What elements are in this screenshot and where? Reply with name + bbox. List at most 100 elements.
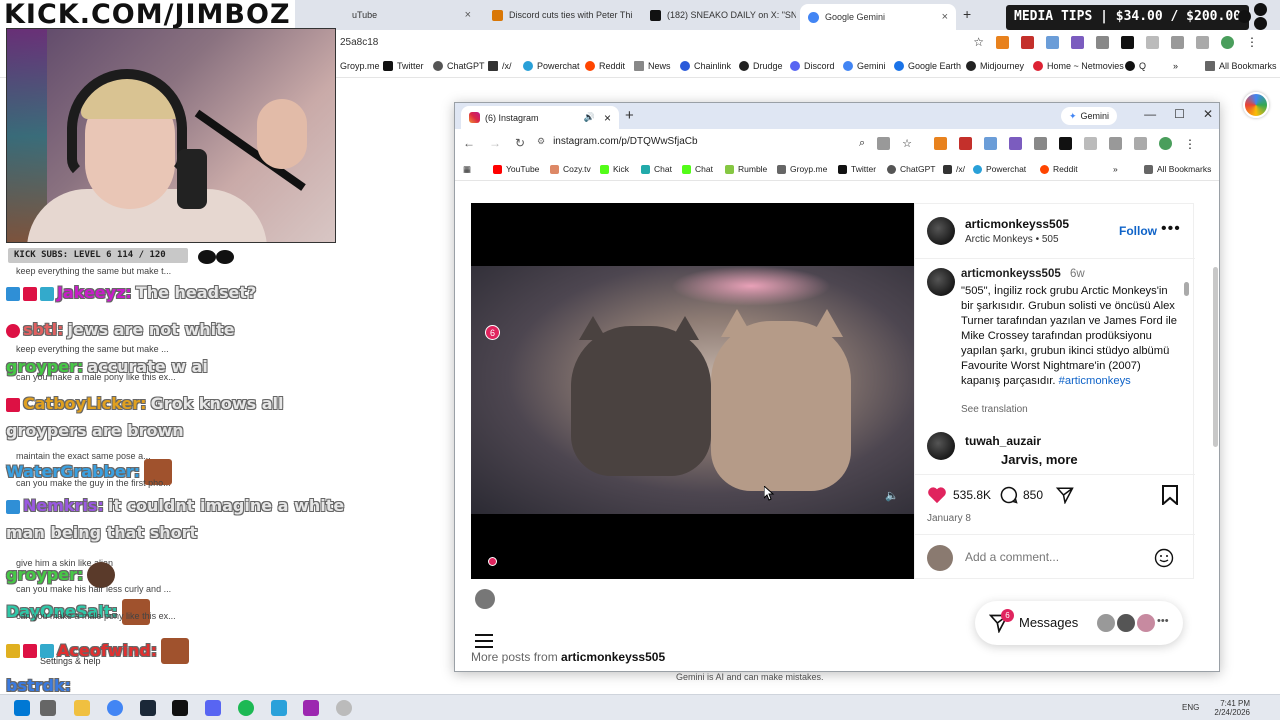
bookmark-chat-kick[interactable]: Chat bbox=[682, 164, 713, 174]
forward-icon[interactable]: → bbox=[489, 136, 501, 150]
post-audio[interactable]: Arctic Monkeys • 505 bbox=[965, 234, 1059, 245]
task-view-icon[interactable] bbox=[40, 700, 56, 716]
obs-icon[interactable] bbox=[303, 700, 319, 716]
bookmark-rumble[interactable]: Rumble bbox=[725, 164, 767, 174]
gemini-orb-icon[interactable] bbox=[1243, 92, 1269, 118]
bookmark-gemini[interactable]: Gemini bbox=[843, 61, 886, 71]
bookmark-chainlink[interactable]: Chainlink bbox=[680, 61, 731, 71]
add-comment-input[interactable]: Add a comment... bbox=[965, 550, 1059, 564]
notification-badge[interactable]: 6 bbox=[485, 325, 500, 340]
bookmark-groyp[interactable]: Groyp.me bbox=[777, 164, 827, 174]
speaker-icon[interactable]: 🔊 bbox=[584, 112, 595, 123]
tab-google-gemini[interactable]: Google Gemini × bbox=[800, 4, 956, 30]
terminal-icon[interactable] bbox=[172, 700, 188, 716]
star-icon[interactable]: ☆ bbox=[973, 35, 984, 49]
tab-discord-news[interactable]: Discord cuts ties with Peter Thi × bbox=[484, 4, 638, 26]
caption-avatar[interactable] bbox=[927, 268, 955, 296]
ig-address-bar[interactable]: ⚙ instagram.com/p/DTQWwSfjaCb bbox=[537, 136, 698, 147]
bookmark-icon[interactable] bbox=[1162, 485, 1178, 505]
telegram-icon[interactable] bbox=[271, 700, 287, 716]
chevron-right-icon[interactable]: » bbox=[1113, 164, 1118, 174]
bookmark-kick[interactable]: Kick bbox=[600, 164, 629, 174]
app-icon[interactable] bbox=[336, 700, 352, 716]
windows-start-icon[interactable] bbox=[14, 700, 30, 716]
bookmark-q[interactable]: Q bbox=[1125, 61, 1146, 71]
extension-icon[interactable] bbox=[1046, 35, 1059, 49]
chrome-icon[interactable] bbox=[107, 700, 123, 716]
caption-scrollbar[interactable] bbox=[1184, 272, 1190, 472]
discord-icon[interactable] bbox=[205, 700, 221, 716]
close-icon[interactable]: ✕ bbox=[1203, 107, 1213, 121]
extension-icon[interactable] bbox=[1096, 35, 1109, 49]
bookmark-cozy[interactable]: Cozy.tv bbox=[550, 164, 591, 174]
all-bookmarks[interactable]: All Bookmarks bbox=[1144, 164, 1211, 174]
steam-icon[interactable] bbox=[140, 700, 156, 716]
reload-icon[interactable]: ↻ bbox=[515, 136, 525, 150]
close-icon[interactable]: × bbox=[465, 9, 471, 21]
bookmark-discord[interactable]: Discord bbox=[790, 61, 835, 71]
follow-button[interactable]: Follow bbox=[1119, 224, 1157, 238]
commenter-avatar[interactable] bbox=[927, 432, 955, 460]
metamask-icon[interactable] bbox=[996, 35, 1009, 49]
bookmark-groyp[interactable]: Groyp.me bbox=[340, 61, 380, 71]
emoji-icon[interactable] bbox=[1154, 548, 1174, 568]
share-icon[interactable] bbox=[1055, 486, 1075, 504]
bookmark-chatgpt[interactable]: ChatGPT bbox=[887, 164, 935, 174]
hashtag-link[interactable]: #articmonkeys bbox=[1059, 375, 1131, 387]
puzzle-icon[interactable] bbox=[1084, 137, 1098, 150]
tab-youtube[interactable]: uTube × bbox=[344, 4, 479, 26]
bookmark-reddit[interactable]: Reddit bbox=[585, 61, 625, 71]
see-translation-link[interactable]: See translation bbox=[961, 404, 1028, 415]
x-icon[interactable] bbox=[1059, 137, 1073, 150]
post-username[interactable]: articmonkeyss505 bbox=[965, 217, 1069, 231]
bookmark-midjourney[interactable]: Midjourney bbox=[966, 61, 1024, 71]
site-info-icon[interactable]: ⚙ bbox=[537, 136, 545, 147]
bookmark-google-earth[interactable]: Google Earth bbox=[894, 61, 961, 71]
more-options-icon[interactable]: ••• bbox=[1161, 220, 1181, 238]
maximize-icon[interactable]: ☐ bbox=[1174, 107, 1185, 121]
spotify-icon[interactable] bbox=[238, 700, 254, 716]
bookmark-youtube[interactable]: YouTube bbox=[493, 164, 539, 174]
extension-icon[interactable] bbox=[984, 137, 998, 150]
caption-username[interactable]: articmonkeyss505 bbox=[961, 268, 1061, 280]
extension-icon[interactable] bbox=[1071, 35, 1084, 49]
more-icon[interactable]: ⋮ bbox=[1246, 35, 1258, 49]
extension-icon[interactable] bbox=[1021, 35, 1034, 49]
close-icon[interactable]: × bbox=[604, 111, 611, 125]
bookmark-netmovies[interactable]: Home ~ Netmovies bbox=[1033, 61, 1124, 71]
bookmark-powerchat[interactable]: Powerchat bbox=[973, 164, 1026, 174]
post-video[interactable]: 🔈 bbox=[471, 203, 914, 579]
address-bar[interactable]: 25a8c18 bbox=[340, 37, 378, 48]
bookmark-news[interactable]: News bbox=[634, 61, 671, 71]
close-icon[interactable]: × bbox=[942, 11, 948, 23]
back-icon[interactable]: ← bbox=[463, 136, 475, 150]
chevron-right-icon[interactable]: » bbox=[1173, 61, 1178, 71]
heart-icon[interactable] bbox=[927, 486, 947, 504]
bookmark-twitter[interactable]: Twitter bbox=[838, 164, 876, 174]
x-icon[interactable] bbox=[1121, 35, 1134, 49]
page-scrollbar[interactable] bbox=[1213, 267, 1219, 447]
messages-button[interactable]: 6 Messages ••• bbox=[975, 601, 1183, 645]
extension-icon[interactable] bbox=[1034, 137, 1048, 150]
avatar[interactable] bbox=[475, 589, 495, 609]
commenter-username[interactable]: tuwah_auzair bbox=[965, 434, 1041, 448]
volume-icon[interactable]: 🔈 bbox=[884, 489, 900, 505]
more-posts-user-link[interactable]: articmonkeyss505 bbox=[561, 650, 665, 664]
tab-sneako-x[interactable]: (182) SNEAKO DAILY on X: "SNE × bbox=[642, 4, 796, 26]
hamburger-menu-icon[interactable] bbox=[475, 634, 493, 648]
bookmark-reddit[interactable]: Reddit bbox=[1040, 164, 1078, 174]
gemini-button[interactable]: ✦ Gemini bbox=[1061, 107, 1118, 125]
menu-icon[interactable] bbox=[1134, 137, 1148, 150]
tab-instagram[interactable]: (6) Instagram 🔊 × bbox=[461, 106, 619, 129]
bookmark-chatgpt[interactable]: ChatGPT bbox=[433, 61, 485, 71]
puzzle-icon[interactable] bbox=[1146, 35, 1159, 49]
new-tab-button[interactable]: + bbox=[625, 107, 634, 124]
cast-icon[interactable] bbox=[1109, 137, 1123, 150]
zoom-icon[interactable]: ⌕ bbox=[859, 137, 865, 151]
file-explorer-icon[interactable] bbox=[74, 700, 90, 716]
bookmark-x[interactable]: /x/ bbox=[943, 164, 965, 174]
comment-icon[interactable] bbox=[999, 486, 1019, 504]
language-indicator[interactable]: ENG bbox=[1182, 703, 1199, 712]
bookmark-x[interactable]: /x/ bbox=[488, 61, 512, 71]
apps-icon[interactable]: ▦ bbox=[463, 164, 471, 175]
